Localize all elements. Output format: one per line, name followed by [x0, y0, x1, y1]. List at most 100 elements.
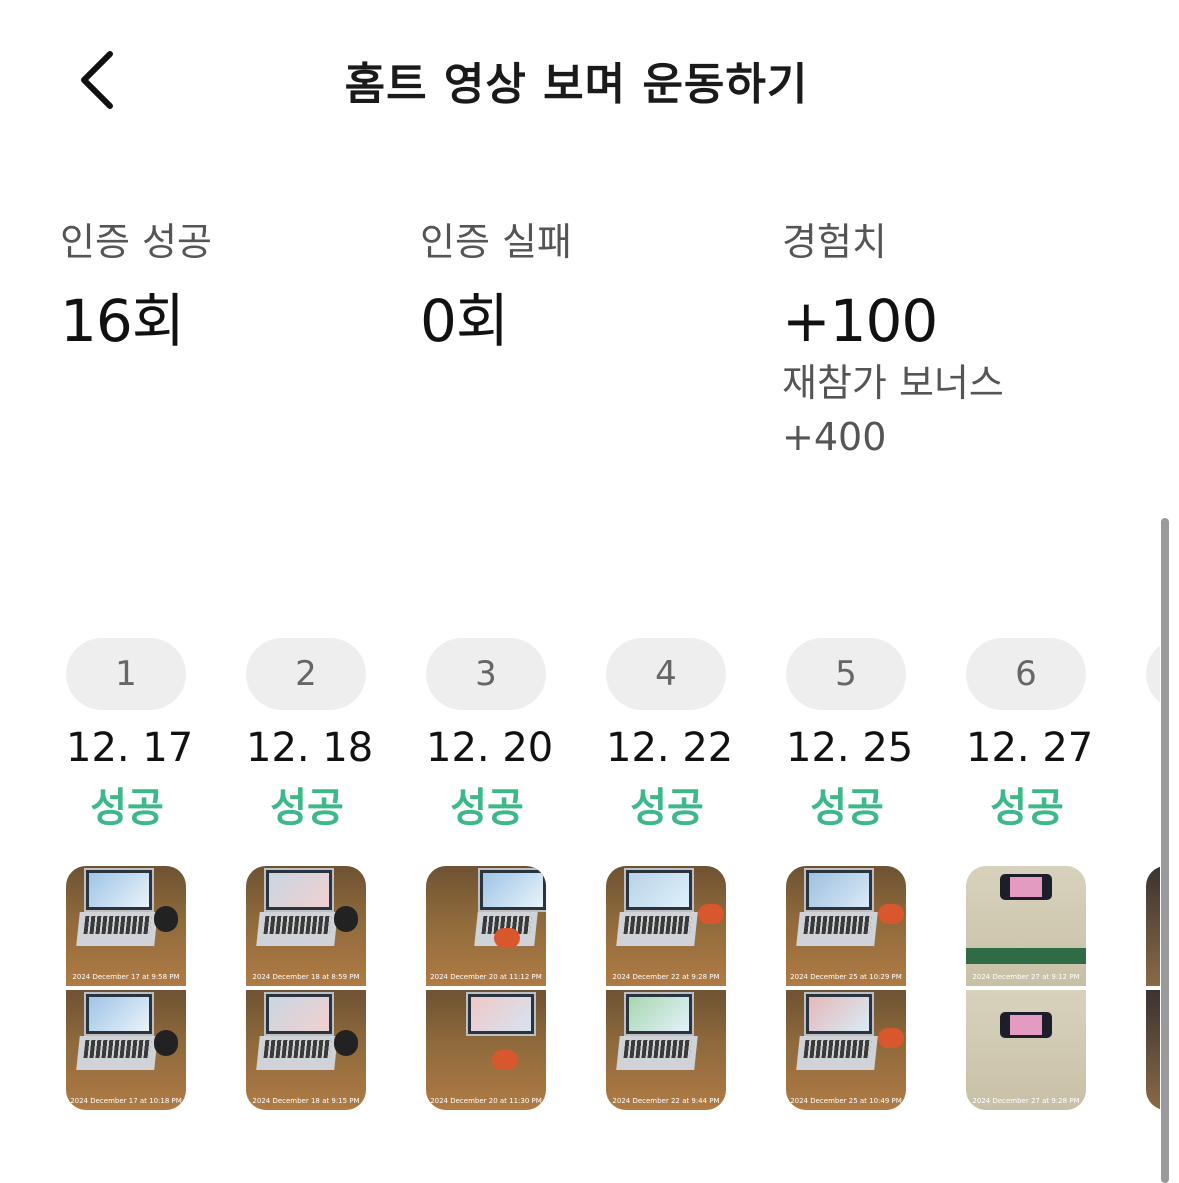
day-status: 성공: [630, 785, 704, 831]
day-date: 12. 27: [966, 725, 1094, 771]
laptop-image: [264, 868, 334, 912]
laptop-image: [84, 992, 154, 1036]
stat-experience-label: 경험치: [782, 220, 887, 264]
day-number-badge: 1: [66, 638, 186, 710]
proof-photo[interactable]: 2024 December 20 at 11:12 PM: [426, 866, 546, 986]
mouse-image: [154, 906, 178, 932]
laptop-image: [264, 992, 334, 1036]
day-item[interactable]: 4 12. 22 성공 2024 December 22 at 9:28 PM …: [606, 638, 734, 1110]
photo-timestamp: 2024: [1146, 973, 1160, 981]
day-date: 12. 22: [606, 725, 734, 771]
photo-timestamp: 2024 December 22 at 9:28 PM: [612, 973, 720, 981]
keyboard-image: [796, 912, 878, 946]
day-status: 성공: [270, 785, 344, 831]
proof-photo[interactable]: 2024 December 25 at 10:49 PM: [786, 990, 906, 1110]
day-date: 12. 25: [786, 725, 914, 771]
day-status: 성공: [990, 785, 1064, 831]
photo-timestamp: 2024 December 17 at 9:58 PM: [72, 973, 180, 981]
mouse-image: [334, 1030, 358, 1056]
day-date: 12. 18: [246, 725, 374, 771]
day-item[interactable]: 3 12. 20 성공 2024 December 20 at 11:12 PM…: [426, 638, 554, 1110]
laptop-image: [804, 868, 874, 912]
photo-timestamp: 2024: [1146, 1097, 1160, 1105]
proof-photos[interactable]: 2024 December 25 at 10:29 PM 2024 Decemb…: [786, 866, 906, 1110]
keyboard-image: [796, 1036, 878, 1070]
phone-image: [1000, 874, 1052, 900]
laptop-image: [804, 992, 874, 1036]
proof-photo[interactable]: 2024: [1146, 866, 1160, 986]
keyboard-image: [76, 912, 158, 946]
laptop-image: [624, 992, 694, 1036]
day-item[interactable]: 7 12 성공 2024 2024: [1146, 638, 1160, 1110]
keyboard-image: [76, 1036, 158, 1070]
photo-timestamp: 2024 December 17 at 10:18 PM: [70, 1097, 182, 1105]
photo-timestamp: 2024 December 27 at 9:12 PM: [972, 973, 1080, 981]
day-number-badge: 3: [426, 638, 546, 710]
proof-photos[interactable]: 2024 December 17 at 9:58 PM 2024 Decembe…: [66, 866, 186, 1110]
day-item[interactable]: 5 12. 25 성공 2024 December 25 at 10:29 PM…: [786, 638, 914, 1110]
stat-failure-value: 0회: [420, 287, 509, 355]
laptop-image: [624, 868, 694, 912]
day-status: 성공: [450, 785, 524, 831]
proof-photos[interactable]: 2024 December 22 at 9:28 PM 2024 Decembe…: [606, 866, 726, 1110]
rejoin-bonus-value: +400: [782, 415, 887, 459]
photo-timestamp: 2024 December 25 at 10:29 PM: [790, 973, 902, 981]
photo-timestamp: 2024 December 18 at 9:15 PM: [252, 1097, 360, 1105]
proof-photos[interactable]: 2024 December 27 at 9:12 PM 2024 Decembe…: [966, 866, 1086, 1110]
stat-failure-label: 인증 실패: [420, 220, 572, 264]
day-item[interactable]: 6 12. 27 성공 2024 December 27 at 9:12 PM …: [966, 638, 1094, 1110]
keyboard-image: [256, 1036, 338, 1070]
certification-day-list[interactable]: 1 12. 17 성공 2024 December 17 at 9:58 PM …: [0, 638, 1160, 1118]
proof-photos[interactable]: 2024 December 20 at 11:12 PM 2024 Decemb…: [426, 866, 546, 1110]
photo-timestamp: 2024 December 20 at 11:30 PM: [430, 1097, 542, 1105]
proof-photo[interactable]: 2024 December 27 at 9:12 PM: [966, 866, 1086, 986]
rejoin-bonus-label: 재참가 보너스: [782, 361, 1004, 405]
stat-success-value: 16회: [60, 287, 185, 355]
red-object-image: [878, 904, 904, 924]
day-item[interactable]: 1 12. 17 성공 2024 December 17 at 9:58 PM …: [66, 638, 194, 1110]
stat-experience-value: +100: [782, 287, 938, 355]
photo-timestamp: 2024 December 22 at 9:44 PM: [612, 1097, 720, 1105]
proof-photo[interactable]: 2024: [1146, 990, 1160, 1110]
stat-experience: 경험치 +100 재참가 보너스 +400: [782, 218, 1004, 464]
keyboard-image: [616, 1036, 698, 1070]
day-number-badge: 4: [606, 638, 726, 710]
proof-photos[interactable]: 2024 2024: [1146, 866, 1160, 1110]
day-date: 12. 20: [426, 725, 554, 771]
photo-timestamp: 2024 December 20 at 11:12 PM: [430, 973, 542, 981]
vertical-scrollbar[interactable]: [1161, 518, 1169, 1183]
laptop-image: [466, 992, 536, 1036]
keyboard-image: [256, 912, 338, 946]
proof-photo[interactable]: 2024 December 27 at 9:28 PM: [966, 990, 1086, 1110]
day-number-badge: 7: [1146, 638, 1160, 710]
proof-photos[interactable]: 2024 December 18 at 8:59 PM 2024 Decembe…: [246, 866, 366, 1110]
day-number-badge: 5: [786, 638, 906, 710]
day-item[interactable]: 2 12. 18 성공 2024 December 18 at 8:59 PM …: [246, 638, 374, 1110]
red-object-image: [698, 904, 724, 924]
mat-border-image: [966, 948, 1086, 964]
proof-photo[interactable]: 2024 December 18 at 8:59 PM: [246, 866, 366, 986]
page-title: 홈트 영상 보며 운동하기: [344, 59, 809, 110]
day-date: 12: [1146, 722, 1160, 774]
stat-failure: 인증 실패 0회: [420, 218, 572, 356]
mouse-image: [154, 1030, 178, 1056]
mouse-image: [334, 906, 358, 932]
day-number-badge: 6: [966, 638, 1086, 710]
day-status: 성공: [90, 785, 164, 831]
day-number-badge: 2: [246, 638, 366, 710]
day-date: 12. 17: [66, 725, 194, 771]
photo-timestamp: 2024 December 25 at 10:49 PM: [790, 1097, 902, 1105]
photo-timestamp: 2024 December 18 at 8:59 PM: [252, 973, 360, 981]
proof-photo[interactable]: 2024 December 17 at 9:58 PM: [66, 866, 186, 986]
proof-photo[interactable]: 2024 December 25 at 10:29 PM: [786, 866, 906, 986]
stat-success: 인증 성공 16회: [60, 218, 212, 356]
proof-photo[interactable]: 2024 December 20 at 11:30 PM: [426, 990, 546, 1110]
proof-photo[interactable]: 2024 December 18 at 9:15 PM: [246, 990, 366, 1110]
laptop-image: [84, 868, 154, 912]
proof-photo[interactable]: 2024 December 22 at 9:28 PM: [606, 866, 726, 986]
header-bar: 홈트 영상 보며 운동하기: [0, 0, 1179, 160]
day-status: 성공: [810, 785, 884, 831]
proof-photo[interactable]: 2024 December 22 at 9:44 PM: [606, 990, 726, 1110]
stat-success-label: 인증 성공: [60, 220, 212, 264]
proof-photo[interactable]: 2024 December 17 at 10:18 PM: [66, 990, 186, 1110]
